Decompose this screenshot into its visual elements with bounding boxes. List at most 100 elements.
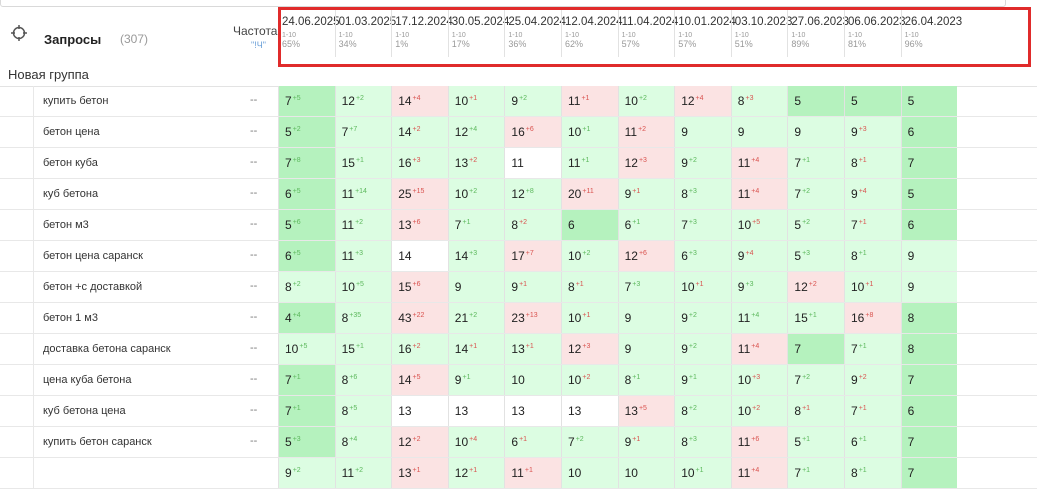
position-cell[interactable]: 11+1 [504,458,561,488]
position-cell[interactable]: 14+5 [391,365,448,395]
position-cell[interactable]: 10+3 [730,365,788,395]
position-cell[interactable]: 6+3 [674,241,731,271]
position-cell[interactable]: 9+2 [278,458,335,488]
position-cell[interactable]: 9+4 [730,241,788,271]
position-cell[interactable]: 8+1 [844,458,901,488]
position-cell[interactable]: 5 [900,179,958,209]
group-row[interactable]: Новая группа [0,62,1037,87]
position-cell[interactable]: 9+4 [844,179,901,209]
position-cell[interactable]: 13+6 [391,210,448,240]
position-cell[interactable]: 11+4 [730,458,788,488]
position-cell[interactable]: 7+1 [844,210,901,240]
position-cell[interactable]: 8 [900,303,958,333]
position-cell[interactable]: 14+4 [391,86,448,116]
position-cell[interactable]: 5+3 [787,241,844,271]
position-cell[interactable]: 8+3 [730,86,788,116]
position-cell[interactable]: 8+2 [278,272,335,302]
position-cell[interactable]: 11+4 [730,303,788,333]
frequency-type-link[interactable]: "!Ч" [251,40,266,50]
position-cell[interactable]: 7 [900,365,958,395]
position-cell[interactable]: 13 [504,396,561,426]
position-cell[interactable]: 10+2 [561,365,618,395]
position-cell[interactable]: 5 [844,86,901,116]
position-cell[interactable]: 15+1 [787,303,844,333]
date-column-header[interactable]: 24.06.2025 1-10 65% [278,7,340,57]
position-cell[interactable]: 9 [900,241,958,271]
position-cell[interactable]: 10+2 [730,396,788,426]
position-cell[interactable]: 11+2 [617,117,675,147]
row-select-cell[interactable] [0,458,34,488]
position-cell[interactable]: 7+3 [617,272,675,302]
table-row[interactable]: бетон цена саранск -- 6+5 11+3 14 14+3 17+7 10+… [0,241,1037,272]
position-cell[interactable]: 8 [900,334,958,364]
position-cell[interactable]: 10+2 [561,241,618,271]
position-cell[interactable]: 8+1 [844,148,901,178]
position-cell[interactable]: 16+8 [844,303,901,333]
position-cell[interactable]: 9+1 [617,427,675,457]
position-cell[interactable]: 10 [561,458,618,488]
position-cell[interactable]: 13+1 [391,458,448,488]
position-cell[interactable]: 6+1 [617,210,675,240]
position-cell[interactable]: 7+1 [278,396,335,426]
position-cell[interactable]: 7+2 [561,427,618,457]
position-cell[interactable]: 8+1 [617,365,675,395]
position-cell[interactable]: 7+8 [278,148,335,178]
position-cell[interactable]: 8+1 [844,241,901,271]
position-cell[interactable]: 7+3 [674,210,731,240]
table-row[interactable]: купить бетон саранск -- 5+3 8+4 12+2 10+4 6+1 7… [0,427,1037,458]
position-cell[interactable]: 13 [391,396,448,426]
position-cell[interactable]: 13 [561,396,618,426]
table-row[interactable]: бетон м3 -- 5+6 11+2 13+6 7+1 8+2 6 6+1 7+3 10+5 5+… [0,210,1037,241]
position-cell[interactable]: 13+2 [447,148,505,178]
position-cell[interactable]: 25+15 [391,179,448,209]
position-cell[interactable]: 5+6 [278,210,335,240]
position-cell[interactable]: 5+3 [278,427,335,457]
position-cell[interactable]: 12+8 [504,179,561,209]
position-cell[interactable]: 10+2 [447,179,505,209]
position-cell[interactable]: 11+2 [334,210,392,240]
position-cell[interactable]: 8+5 [334,396,392,426]
position-cell[interactable]: 12+3 [561,334,618,364]
row-select-cell[interactable] [0,396,34,426]
position-cell[interactable]: 11+1 [561,148,618,178]
position-cell[interactable]: 11+6 [730,427,788,457]
row-select-cell[interactable] [0,179,34,209]
row-select-cell[interactable] [0,210,34,240]
table-row[interactable]: бетон цена -- 5+2 7+7 14+2 12+4 16+6 10+1 11+2 9 9… [0,117,1037,148]
position-cell[interactable]: 5+2 [787,210,844,240]
row-select-cell[interactable] [0,148,34,178]
position-cell[interactable]: 8+2 [504,210,561,240]
keyword-cell[interactable]: доставка бетона саранск [43,343,171,355]
position-cell[interactable]: 7+7 [334,117,392,147]
position-cell[interactable]: 7 [900,458,958,488]
position-cell[interactable]: 8+2 [674,396,731,426]
position-cell[interactable]: 8+3 [674,427,731,457]
position-cell[interactable]: 10+5 [730,210,788,240]
keyword-cell[interactable]: куб бетона цена [43,405,126,417]
keyword-cell[interactable]: бетон куба [43,157,98,169]
position-cell[interactable]: 8+1 [561,272,618,302]
position-cell[interactable]: 21+2 [447,303,505,333]
position-cell[interactable]: 43+22 [391,303,448,333]
position-cell[interactable]: 7+2 [787,179,844,209]
table-row[interactable]: купить бетон -- 7+5 12+2 14+4 10+1 9+2 11+1 10+2… [0,86,1037,117]
position-cell[interactable]: 9+1 [504,272,561,302]
position-cell[interactable]: 7+1 [278,365,335,395]
position-cell[interactable]: 10+1 [674,458,731,488]
position-cell[interactable]: 7+2 [787,365,844,395]
position-cell[interactable]: 10+4 [447,427,505,457]
keyword-cell[interactable]: бетон цена саранск [43,250,143,262]
position-cell[interactable]: 10+1 [844,272,901,302]
top-search-box[interactable] [0,0,1006,7]
position-cell[interactable]: 16+3 [391,148,448,178]
position-cell[interactable]: 9+1 [617,179,675,209]
position-cell[interactable]: 10 [504,365,561,395]
position-cell[interactable]: 9 [730,117,788,147]
position-cell[interactable]: 9 [617,303,675,333]
position-cell[interactable]: 8+1 [787,396,844,426]
keyword-cell[interactable]: бетон м3 [43,219,89,231]
position-cell[interactable]: 12+2 [391,427,448,457]
position-cell[interactable]: 12+3 [617,148,675,178]
position-cell[interactable]: 9+2 [674,334,731,364]
position-cell[interactable]: 6+1 [504,427,561,457]
